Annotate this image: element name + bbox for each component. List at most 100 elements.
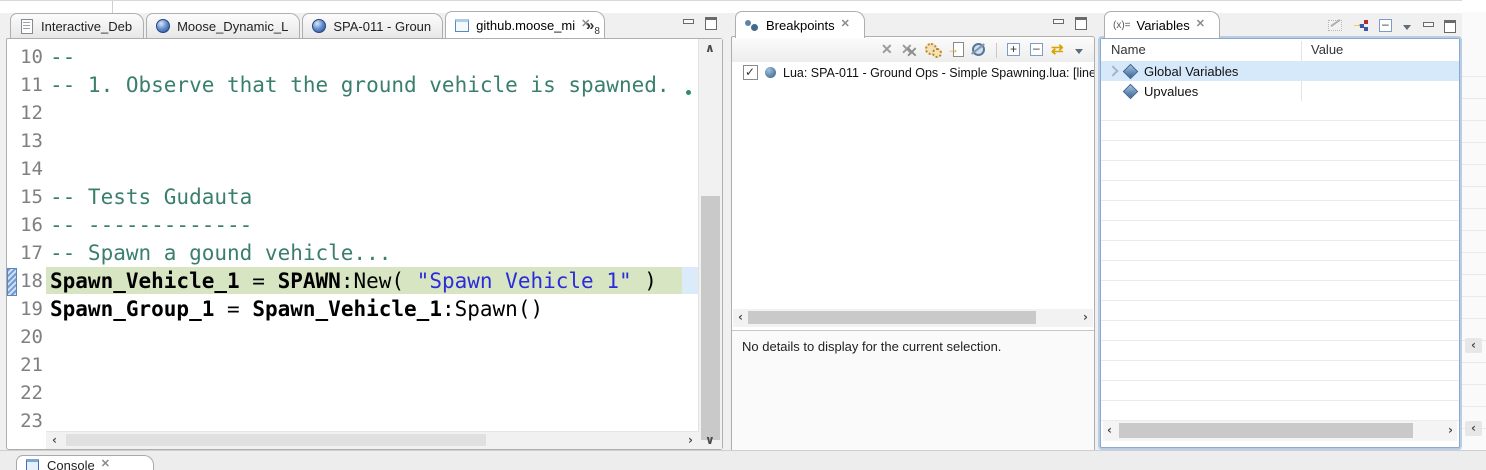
breakpoint-details-pane: No details to display for the current se… [732,331,1094,468]
go-to-file-icon[interactable] [947,41,965,59]
scroll-left-icon[interactable]: ‹ [738,311,743,323]
minimize-icon[interactable] [681,16,695,30]
code-line[interactable]: 22 [7,379,699,407]
scrollbar-thumb[interactable] [66,434,486,446]
view-menu-icon[interactable] [1402,19,1414,33]
link-with-debug-icon[interactable] [1051,41,1069,59]
code-segment: -- ------------- [50,213,252,237]
code-line[interactable]: 21 [7,351,699,379]
remove-breakpoint-icon[interactable] [878,41,896,59]
editor-horizontal-scrollbar[interactable]: ‹ › [46,431,699,449]
toolbar-separator [996,43,997,58]
hidden-tab-count: 8 [594,26,600,37]
code-line[interactable]: 10-- [7,43,699,71]
code-line[interactable]: 19Spawn_Group_1 = Spawn_Vehicle_1:Spawn(… [7,295,699,323]
scroll-left-icon[interactable]: ‹ [52,434,57,446]
code-line[interactable]: 20 [7,323,699,351]
close-icon[interactable] [101,459,113,470]
code-line[interactable]: 23 [7,407,699,431]
scroll-left-icon[interactable]: ‹ [1465,421,1482,436]
code-line[interactable]: 18Spawn_Vehicle_1 = SPAWN:New( "Spawn Ve… [7,267,699,295]
variables-horizontal-scrollbar[interactable]: ‹ › [1103,421,1457,441]
scrollbar-thumb[interactable] [701,196,720,440]
code-line[interactable]: 14 [7,155,699,183]
close-icon[interactable] [841,19,853,31]
variables-view-icon: (x)= [1113,20,1131,31]
tab-console[interactable]: Console [16,455,154,470]
scroll-down-icon[interactable]: ∨ [705,434,715,446]
expand-chevron-icon[interactable] [1107,65,1118,76]
code-line[interactable]: 11-- 1. Observe that the ground vehicle … [7,71,699,99]
line-number[interactable]: 10 [7,46,50,68]
maximize-icon[interactable] [1442,19,1456,33]
code-line[interactable]: 16-- ------------- [7,211,699,239]
column-name[interactable]: Name [1111,42,1146,57]
tab-overflow-indicator[interactable]: »8 [586,17,600,37]
code-segment: Spawn_Vehicle_1 [50,269,240,293]
variable-row[interactable]: Global Variables [1101,61,1459,81]
collapse-all-icon[interactable] [1028,41,1046,59]
maximize-icon[interactable] [1073,16,1087,30]
tab-breakpoints[interactable]: Breakpoints [735,11,865,38]
breakpoint-icon [765,67,776,78]
line-number[interactable]: 17 [7,242,50,264]
line-number[interactable]: 20 [7,326,50,348]
line-number[interactable]: 19 [7,298,50,320]
code-segment: -- Tests Gudauta [50,185,252,209]
editor-part: Interactive_DebMoose_Dynamic_LSPA-011 - … [6,12,723,450]
scroll-right-icon[interactable]: › [1083,311,1088,323]
close-icon[interactable] [1196,19,1208,31]
refresh-breakpoints-icon[interactable] [924,41,942,59]
column-value[interactable]: Value [1311,42,1343,57]
code-line[interactable]: 13 [7,127,699,155]
view-menu-icon[interactable] [1074,43,1086,57]
breakpoints-horizontal-scrollbar[interactable]: ‹ › [733,309,1093,327]
minimize-icon[interactable] [1421,19,1435,33]
code-line[interactable]: 17-- Spawn a gound vehicle... [7,239,699,267]
variables-column-header[interactable]: Name Value [1101,39,1459,62]
maximize-icon[interactable] [703,16,717,30]
line-number[interactable]: 12 [7,102,50,124]
line-number[interactable]: 23 [7,410,50,431]
expand-all-icon[interactable] [1005,41,1023,59]
tab-variables[interactable]: (x)= Variables [1104,11,1220,38]
show-logical-structure-icon[interactable] [1352,17,1370,35]
scrollbar-thumb[interactable] [1119,423,1413,438]
line-number[interactable]: 13 [7,130,50,152]
scroll-up-icon[interactable]: ∧ [705,42,715,54]
remove-all-breakpoints-icon[interactable] [901,41,919,59]
line-number[interactable]: 16 [7,214,50,236]
code-line[interactable]: 12 [7,99,699,127]
skip-all-breakpoints-icon[interactable] [970,41,988,59]
variable-row[interactable]: Upvalues [1101,81,1459,101]
code-segment: SPAWN [278,269,341,293]
show-type-names-icon[interactable] [1327,17,1345,35]
editor-tab-interactive_deb[interactable]: Interactive_Deb [10,13,144,38]
editor-tab-github.moose_mi[interactable]: github.moose_mi [445,11,605,38]
breakpoints-list[interactable]: Lua: SPA-011 - Ground Ops - Simple Spawn… [732,62,1094,308]
variables-toolbar [1327,17,1456,35]
editor-vertical-scrollbar[interactable]: ∧ ∨ [698,39,722,449]
code-editor[interactable]: 10--11-- 1. Observe that the ground vehi… [7,43,699,431]
scrollbar-thumb[interactable] [748,311,1036,324]
code-text: Spawn_Vehicle_1 = SPAWN:New( "Spawn Vehi… [50,269,657,293]
code-line[interactable]: 15-- Tests Gudauta [7,183,699,211]
scroll-left-icon[interactable]: ‹ [1107,424,1112,436]
breakpoints-toolbar [732,38,1094,62]
editor-tab-spa-011 - groun[interactable]: SPA-011 - Groun [302,13,443,38]
variable-name: Global Variables [1144,64,1238,79]
line-number[interactable]: 14 [7,158,50,180]
line-number[interactable]: 22 [7,382,50,404]
collapse-all-icon[interactable] [1377,17,1395,35]
editor-tab-moose_dynamic_l[interactable]: Moose_Dynamic_L [146,13,300,38]
line-number[interactable]: 21 [7,354,50,376]
line-number[interactable]: 11 [7,74,50,96]
scroll-right-icon[interactable]: › [688,434,693,446]
breakpoint-checkbox[interactable] [743,65,758,80]
line-number[interactable]: 15 [7,186,50,208]
lua-file-icon [155,18,171,34]
scroll-right-icon[interactable]: › [1448,424,1453,436]
minimize-icon[interactable] [1051,16,1065,30]
scroll-left-icon[interactable]: ‹ [1465,338,1482,353]
breakpoint-item[interactable]: Lua: SPA-011 - Ground Ops - Simple Spawn… [732,62,1094,83]
